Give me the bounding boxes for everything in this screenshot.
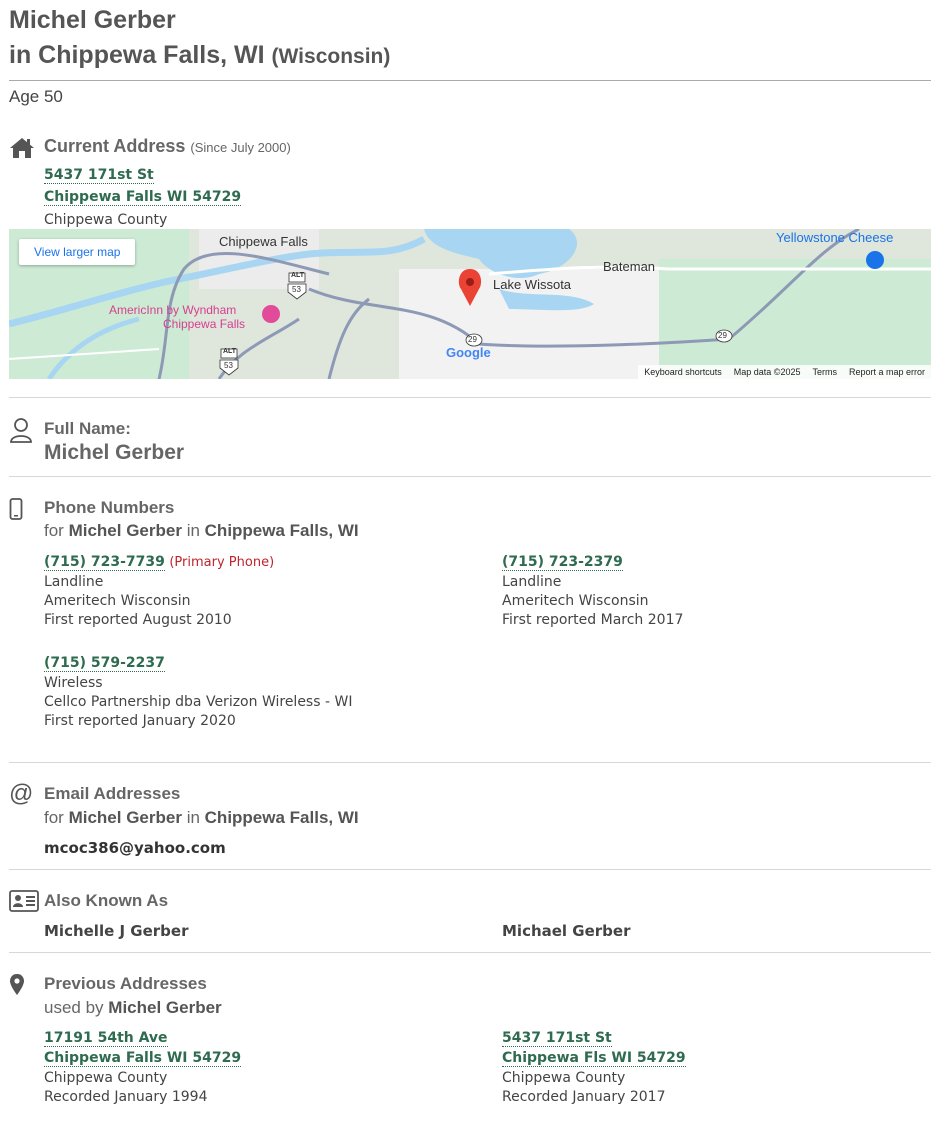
map-shield-53: 53 xyxy=(292,285,301,294)
aka-name: Michelle J Gerber xyxy=(44,922,189,940)
map-pin-icon xyxy=(9,973,35,999)
previous-address-city-link[interactable]: Chippewa Falls WI 54729 xyxy=(44,1050,242,1067)
current-address-street-link[interactable]: 5437 171st St xyxy=(44,167,154,184)
map-shield-29-2: 29 xyxy=(718,331,727,340)
phone-type: Landline xyxy=(502,574,562,590)
map-shield-alt: ALT xyxy=(291,272,305,279)
terms-link[interactable]: Terms xyxy=(812,367,837,377)
title-name: Michel Gerber xyxy=(9,6,176,34)
current-address-city-link[interactable]: Chippewa Falls WI 54729 xyxy=(44,189,242,206)
phone-entry: (715) 579-2237 Wireless Cellco Partnersh… xyxy=(44,654,352,729)
sub-place: Chippewa Falls, WI xyxy=(204,808,359,827)
email-subtitle: for Michel Gerber in Chippewa Falls, WI xyxy=(44,808,359,828)
phone-carrier: Ameritech Wisconsin xyxy=(44,593,191,609)
phone-numbers-subtitle: for Michel Gerber in Chippewa Falls, WI xyxy=(44,521,359,541)
previous-address-recorded: Recorded January 1994 xyxy=(44,1089,208,1105)
sub-name: Michel Gerber xyxy=(108,998,222,1017)
map-label-bateman: Bateman xyxy=(603,259,656,274)
previous-address-city-link[interactable]: Chippewa Fls WI 54729 xyxy=(502,1050,686,1067)
sub-place: Chippewa Falls, WI xyxy=(204,521,359,540)
title-location: in Chippewa Falls, WI (Wisconsin) xyxy=(9,40,390,72)
previous-address-street-link[interactable]: 5437 171st St xyxy=(502,1030,612,1047)
map-embed[interactable]: View larger map Chippewa Falls Lake Wiss… xyxy=(9,229,931,379)
sub-name: Michel Gerber xyxy=(68,808,182,827)
id-card-icon xyxy=(9,890,39,916)
map-footer: Keyboard shortcuts Map data ©2025 Terms … xyxy=(638,365,931,379)
phone-icon xyxy=(9,498,35,524)
view-larger-map-link[interactable]: View larger map xyxy=(19,239,136,265)
since-date: (Since July 2000) xyxy=(190,140,291,155)
age: Age 50 xyxy=(9,87,63,106)
phone-reported: First reported August 2010 xyxy=(44,612,232,628)
divider xyxy=(9,952,931,953)
email-heading: Email Addresses xyxy=(44,784,181,803)
previous-address-street-link[interactable]: 17191 54th Ave xyxy=(44,1030,168,1047)
map-label-americinn: AmericInn by Wyndham xyxy=(109,303,237,317)
email-address: mcoc386@yahoo.com xyxy=(44,839,226,857)
previous-address-recorded: Recorded January 2017 xyxy=(502,1089,666,1105)
phone-reported: First reported March 2017 xyxy=(502,612,684,628)
at-sign-icon: @ xyxy=(9,780,34,807)
map-data-attribution: Map data ©2025 xyxy=(733,367,801,377)
previous-address-county: Chippewa County xyxy=(502,1070,626,1086)
previous-address-entry: 17191 54th Ave Chippewa Falls WI 54729 C… xyxy=(44,1029,242,1105)
report-map-error-link[interactable]: Report a map error xyxy=(849,367,925,377)
aka-heading: Also Known As xyxy=(44,891,169,910)
current-address-heading: Current Address (Since July 2000) xyxy=(44,136,291,157)
home-icon xyxy=(9,136,35,162)
primary-phone-badge: (Primary Phone) xyxy=(169,555,275,570)
full-name-heading: Full Name: xyxy=(44,419,131,438)
previous-address-county: Chippewa County xyxy=(44,1070,168,1086)
map-shield-alt-2: ALT xyxy=(223,348,237,355)
phone-carrier: Ameritech Wisconsin xyxy=(502,593,649,609)
google-logo: Google xyxy=(446,345,491,360)
phone-number-link[interactable]: (715) 723-2379 xyxy=(502,554,623,571)
previous-addresses-subtitle: used by Michel Gerber xyxy=(44,998,222,1018)
sub-in: in xyxy=(186,808,200,827)
map-label-yellowstone: Yellowstone Cheese xyxy=(776,230,894,245)
aka-name: Michael Gerber xyxy=(502,922,631,940)
sub-used: used by xyxy=(44,998,104,1017)
sub-for: for xyxy=(44,808,64,827)
map-label-americinn-city: Chippewa Falls xyxy=(163,317,246,331)
phone-type: Landline xyxy=(44,574,104,590)
current-address-title: Current Address xyxy=(44,136,186,156)
sub-name: Michel Gerber xyxy=(68,521,182,540)
title-state: (Wisconsin) xyxy=(271,45,391,68)
keyboard-shortcuts-link[interactable]: Keyboard shortcuts xyxy=(644,367,722,377)
phone-number-link[interactable]: (715) 723-7739 xyxy=(44,554,165,571)
phone-entry: (715) 723-7739 (Primary Phone) Landline … xyxy=(44,553,274,628)
divider xyxy=(9,80,931,81)
phone-entry: (715) 723-2379 Landline Ameritech Wiscon… xyxy=(502,553,683,628)
map-shield-53-2: 53 xyxy=(224,361,233,370)
divider xyxy=(9,762,931,763)
previous-addresses-heading: Previous Addresses xyxy=(44,974,207,993)
phone-numbers-heading: Phone Numbers xyxy=(44,498,175,517)
person-icon xyxy=(9,416,35,443)
map-label-chippewa-falls: Chippewa Falls xyxy=(219,234,308,249)
phone-type: Wireless xyxy=(44,675,103,691)
divider xyxy=(9,869,931,870)
map-shield-29: 29 xyxy=(468,335,477,344)
phone-carrier: Cellco Partnership dba Verizon Wireless … xyxy=(44,694,353,710)
map-label-lake-wissota: Lake Wissota xyxy=(493,277,572,292)
current-address-county: Chippewa County xyxy=(44,212,168,228)
title-location-city: in Chippewa Falls, WI xyxy=(9,41,265,69)
sub-in: in xyxy=(186,521,200,540)
sub-for: for xyxy=(44,521,64,540)
divider xyxy=(9,476,931,477)
divider xyxy=(9,397,931,398)
previous-address-entry: 5437 171st St Chippewa Fls WI 54729 Chip… xyxy=(502,1029,686,1105)
phone-number-link[interactable]: (715) 579-2237 xyxy=(44,655,165,672)
full-name-value: Michel Gerber xyxy=(44,441,185,464)
phone-reported: First reported January 2020 xyxy=(44,713,236,729)
